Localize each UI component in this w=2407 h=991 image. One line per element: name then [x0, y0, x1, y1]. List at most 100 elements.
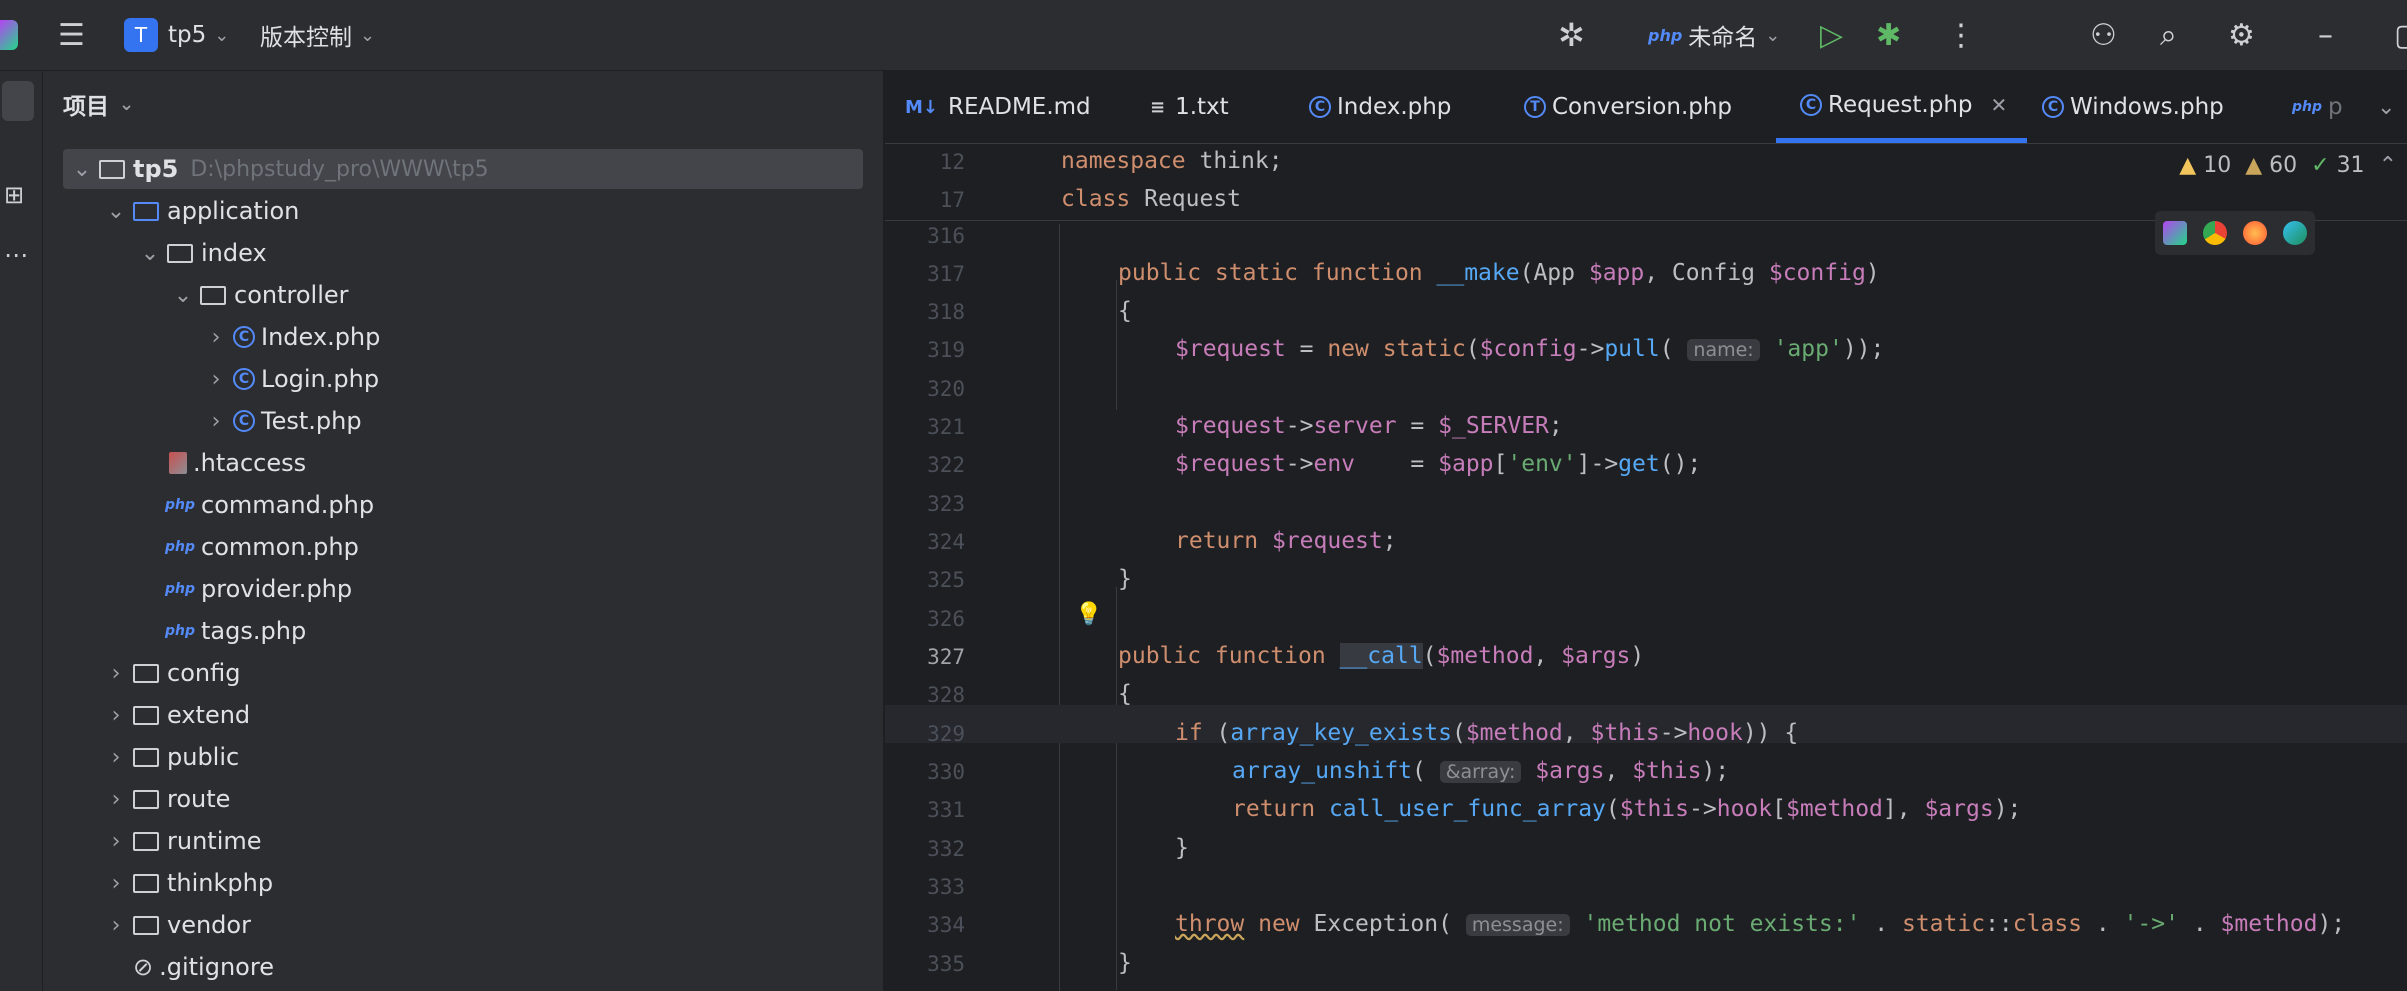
- tree-item-gitignore[interactable]: ⊘ .gitignore: [43, 947, 883, 987]
- error-count: ▲ 10: [2179, 153, 2232, 178]
- chrome-icon[interactable]: [2203, 221, 2227, 245]
- folder-icon: [167, 243, 193, 263]
- tree-item-tags-php[interactable]: php tags.php: [43, 611, 883, 651]
- firefox-icon[interactable]: [2243, 221, 2267, 245]
- tab-1-txt[interactable]: ≡ 1.txt: [1150, 71, 1229, 143]
- code-line: {: [1118, 681, 1132, 707]
- tab-label: Windows.php: [2070, 94, 2224, 120]
- code-line: $request->env = $app['env']->get();: [1175, 451, 1702, 477]
- tree-item-thinkphp[interactable]: › thinkphp: [43, 863, 883, 903]
- tree-item-tp5[interactable]: ⌄ tp5 D:\phpstudy_pro\WWW\tp5: [63, 149, 863, 189]
- phpstorm-icon[interactable]: [2163, 221, 2187, 245]
- sticky-line-namespace[interactable]: namespace think;: [1061, 148, 1283, 174]
- tree-item-extend[interactable]: › extend: [43, 695, 883, 735]
- add-user-icon[interactable]: ⚇: [2090, 0, 2117, 70]
- main-menu-icon[interactable]: ☰: [58, 0, 85, 70]
- line-number: 324: [927, 530, 965, 554]
- tab-label: 1.txt: [1175, 94, 1229, 120]
- tree-item-index[interactable]: ⌄ index: [43, 233, 883, 273]
- indent-guide: [1116, 280, 1117, 410]
- tab-label: README.md: [948, 94, 1091, 120]
- folder-icon: [133, 831, 159, 851]
- run-config-selector[interactable]: php 未命名 ⌄: [1648, 0, 1780, 70]
- php-icon: php: [1648, 25, 1683, 45]
- sticky-line-class[interactable]: class Request: [1061, 186, 1241, 212]
- structure-tool-icon[interactable]: ⊞: [4, 181, 24, 209]
- tree-item-login-php[interactable]: › C Login.php: [43, 359, 883, 399]
- tree-item-vendor[interactable]: › vendor: [43, 905, 883, 945]
- line-number: 332: [927, 837, 965, 861]
- edge-icon[interactable]: [2283, 221, 2307, 245]
- tree-item-label: Index.php: [261, 323, 381, 351]
- maximize-icon[interactable]: ▢: [2394, 0, 2407, 70]
- tree-item-label: application: [167, 197, 300, 225]
- chevron-right-icon: ›: [111, 912, 121, 938]
- tree-item-label: extend: [167, 701, 251, 729]
- tree-item-public[interactable]: › public: [43, 737, 883, 777]
- warning-icon: ▲: [2245, 153, 2263, 178]
- tab-label: Request.php: [1828, 91, 1973, 118]
- project-panel-header[interactable]: 项目 ⌄: [63, 87, 134, 121]
- lightbulb-icon[interactable]: 💡: [1075, 602, 1102, 627]
- line-number: 320: [927, 377, 965, 401]
- more-actions-icon[interactable]: ⋮: [1946, 0, 1976, 70]
- line-number: 317: [927, 262, 965, 286]
- line-number: 328: [927, 683, 965, 707]
- project-switcher[interactable]: T tp5 ⌄: [124, 0, 229, 70]
- settings-gear-icon[interactable]: ⚙: [2228, 0, 2255, 70]
- tree-item-htaccess[interactable]: .htaccess: [43, 443, 883, 483]
- tree-item-command-php[interactable]: php command.php: [43, 485, 883, 525]
- tabs-list-chevron-icon[interactable]: ⌄: [2377, 71, 2395, 143]
- tree-item-application[interactable]: ⌄ application: [43, 191, 883, 231]
- tree-item-label: route: [167, 785, 231, 813]
- tree-item-label: .gitignore: [159, 953, 274, 981]
- markdown-icon: M↓: [905, 96, 938, 118]
- tab-request-php[interactable]: C Request.php ✕: [1776, 71, 2028, 143]
- tab-index-php[interactable]: C Index.php: [1305, 71, 1451, 143]
- tab-readme-md[interactable]: M↓ README.md: [905, 71, 1091, 143]
- tree-item-route[interactable]: › route: [43, 779, 883, 819]
- folder-icon: [133, 663, 159, 683]
- minimize-icon[interactable]: –: [2318, 0, 2333, 70]
- debug-bug-icon[interactable]: ✲: [1558, 0, 1585, 70]
- tree-item-controller[interactable]: ⌄ controller: [43, 275, 883, 315]
- chevron-up-icon[interactable]: ⌃: [2379, 153, 2397, 178]
- tab-windows-php[interactable]: C Windows.php: [2038, 71, 2224, 143]
- project-tool-icon[interactable]: [2, 81, 34, 121]
- run-icon[interactable]: ▷: [1820, 0, 1843, 70]
- tree-item-label: Test.php: [261, 407, 362, 435]
- tree-item-label: tp5: [133, 155, 179, 183]
- ignore-file-icon: ⊘: [133, 953, 154, 981]
- tree-item-label: controller: [234, 281, 349, 309]
- chevron-down-icon: ⌄: [140, 240, 160, 266]
- tree-item-provider-php[interactable]: php provider.php: [43, 569, 883, 609]
- inspection-widget[interactable]: ▲ 10 ▲ 60 ✓ 31 ⌃: [2179, 153, 2397, 178]
- tree-item-config[interactable]: › config: [43, 653, 883, 693]
- code-line: }: [1118, 566, 1132, 592]
- tree-item-runtime[interactable]: › runtime: [43, 821, 883, 861]
- tree-item-common-php[interactable]: php common.php: [43, 527, 883, 567]
- chevron-right-icon: ›: [111, 702, 121, 728]
- close-icon[interactable]: ✕: [1991, 93, 2008, 117]
- debug-icon[interactable]: ✱: [1876, 0, 1901, 70]
- editor-tabs: M↓ README.md ≡ 1.txt C Index.php T Conve…: [885, 71, 2407, 144]
- search-icon[interactable]: ⌕: [2160, 0, 2177, 70]
- tree-item-index-php[interactable]: › C Index.php: [43, 317, 883, 357]
- chevron-right-icon: ›: [111, 660, 121, 686]
- line-number: 327: [927, 645, 965, 669]
- tab-overflow-php[interactable]: php p: [2292, 71, 2343, 143]
- parameter-hint: message:: [1465, 914, 1570, 936]
- php-file-icon: php: [165, 581, 196, 597]
- tab-conversion-php[interactable]: T Conversion.php: [1520, 71, 1732, 143]
- warning-count: ▲ 60: [2245, 153, 2298, 178]
- tree-item-test-php[interactable]: › C Test.php: [43, 401, 883, 441]
- line-number: 323: [927, 492, 965, 516]
- line-number: 316: [927, 224, 965, 248]
- tree-item-label: config: [167, 659, 241, 687]
- line-number: 326: [927, 607, 965, 631]
- more-tools-icon[interactable]: ⋯: [4, 241, 28, 269]
- code-editor[interactable]: 316 317 public static function __make(Ap…: [885, 144, 2407, 991]
- tree-item-label: Login.php: [261, 365, 380, 393]
- code-line: if (array_key_exists($method, $this->hoo…: [1175, 720, 1799, 746]
- vcs-menu[interactable]: 版本控制 ⌄: [260, 0, 375, 70]
